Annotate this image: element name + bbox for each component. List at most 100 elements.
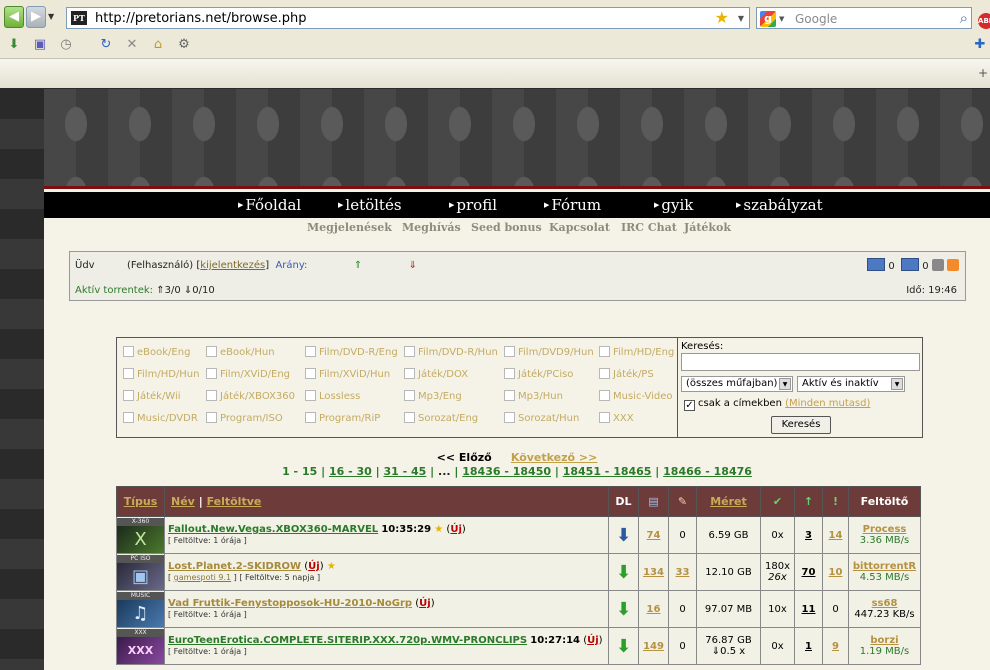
category-checkbox[interactable]: Film/HD/Hun [123,368,199,380]
col-type[interactable]: Típus [116,486,165,517]
category-checkbox[interactable]: Mp3/Eng [404,390,462,402]
rss-icon[interactable] [947,259,959,271]
category-checkbox[interactable]: Sorozat/Eng [404,412,478,424]
star-icon: ★ [434,524,444,535]
history-icon[interactable]: ◷ [58,37,74,53]
torrent-link[interactable]: Lost.Planet.2-SKIDROW [168,561,301,572]
nav-profile[interactable]: ▶ profil [449,196,497,214]
category-checkbox[interactable]: XXX [599,412,634,424]
subnav-irc[interactable]: IRC Chat [621,221,677,234]
new-tab-icon[interactable]: + [978,66,988,80]
type-icon[interactable]: X-360 X [116,516,165,554]
status-select[interactable]: Aktív és inaktív ▼ [797,376,905,392]
category-checkbox[interactable]: eBook/Hun [206,346,275,358]
search-engine-box[interactable]: g ▼ Google ⌕ [756,7,972,29]
col-name: Név | Feltöltve [164,486,609,517]
category-checkbox[interactable]: Játék/PCiso [504,368,573,380]
subnav-releases[interactable]: Megjelenések [307,221,392,234]
col-size[interactable]: Méret [696,486,761,517]
history-dropdown-icon[interactable]: ▼ [48,12,54,21]
category-checkbox[interactable]: Játék/PS [599,368,654,380]
chevron-down-icon: ▼ [891,378,903,390]
search-button[interactable]: Keresés [771,416,831,434]
category-checkbox[interactable]: Játék/XBOX360 [206,390,295,402]
page-link[interactable]: 16 - 30 [329,465,372,478]
col-files[interactable]: ✎ [668,486,697,517]
prev-page[interactable]: << Előző [437,451,492,464]
category-checkbox[interactable]: Játék/DOX [404,368,468,380]
url-dropdown-icon[interactable]: ▼ [738,14,744,23]
address-bar[interactable]: PT http://pretorians.net/browse.php ★ ▼ [66,7,750,29]
nav-faq[interactable]: ▶ gyik [654,196,693,214]
plus-icon[interactable]: ✚ [972,37,988,53]
page-link[interactable]: 18466 - 18476 [663,465,752,478]
page-link[interactable]: 31 - 45 [383,465,426,478]
stop-icon[interactable]: ✕ [124,37,140,53]
reload-icon[interactable]: ↻ [98,37,114,53]
settings-icon[interactable] [931,259,944,271]
subnav-invite[interactable]: Meghívás [402,221,461,234]
category-checkbox[interactable]: eBook/Eng [123,346,190,358]
uploader-cell: Process 3.36 MB/s [848,516,921,554]
bookmarks-icon[interactable]: ▣ [32,37,48,53]
show-all-link[interactable]: (Minden mutasd) [785,398,870,409]
category-checkbox[interactable]: Játék/Wii [123,390,181,402]
torrent-link[interactable]: EuroTeenErotica.COMPLETE.SITERIP.XXX.720… [168,635,527,646]
category-checkbox[interactable]: Mp3/Hun [504,390,563,402]
category-checkbox[interactable]: Film/XViD/Hun [305,368,390,380]
sent-icon[interactable] [901,258,920,271]
category-checkbox[interactable]: Film/DVD9/Hun [504,346,594,358]
search-input[interactable]: Google [795,12,837,26]
col-comments[interactable]: ▤ [638,486,669,517]
adblock-icon[interactable]: ABP [978,13,990,29]
google-icon[interactable]: g [760,11,776,27]
titles-only-checkbox[interactable]: ✓ csak a címekben (Minden mutasd) [684,398,870,411]
category-checkbox[interactable]: Lossless [305,390,360,402]
url-text[interactable]: http://pretorians.net/browse.php [95,11,307,26]
category-checkbox[interactable]: Film/HD/Eng [599,346,674,358]
bookmark-star-icon[interactable]: ★ [715,8,729,27]
torrent-link[interactable]: Vad Fruttik-Fenystopposok-HU-2010-NoGrp [168,598,412,609]
download-icon[interactable]: ⬇ [608,553,639,591]
col-snatched[interactable]: ✔ [760,486,795,517]
active-torrents: Aktív torrentek: ⇑3/0 ⇓0/10 [75,285,215,296]
torrent-search-input[interactable] [681,353,920,371]
category-checkbox[interactable]: Program/ISO [206,412,283,424]
type-icon[interactable]: MUSIC ♫ [116,590,165,628]
inbox-icon[interactable] [867,258,886,271]
category-checkbox[interactable]: Film/XViD/Eng [206,368,290,380]
search-icon[interactable]: ⌕ [960,9,968,27]
category-checkbox[interactable]: Film/DVD-R/Eng [305,346,398,358]
subnav-games[interactable]: Játékok [684,221,731,234]
engine-dropdown-icon[interactable]: ▼ [779,15,784,23]
page-link[interactable]: 18436 - 18450 [462,465,551,478]
category-checkbox[interactable]: Film/DVD-R/Hun [404,346,498,358]
download-icon[interactable]: ⬇ [608,590,639,628]
page-link[interactable]: 18451 - 18465 [563,465,652,478]
logout-link[interactable]: kijelentkezés [200,260,265,271]
nav-rules[interactable]: ▶ szabályzat [736,196,823,214]
forward-button[interactable]: ▶ [26,6,46,28]
genre-select[interactable]: (összes műfajban) ▼ [681,376,793,392]
download-icon[interactable]: ⬇ [6,37,22,53]
category-checkbox[interactable]: Music-Video [599,390,673,402]
col-leechers[interactable]: ! [822,486,849,517]
addon-icon[interactable]: ⚙ [176,37,192,53]
next-page-link[interactable]: Következő >> [511,451,597,464]
home-icon[interactable]: ⌂ [150,37,166,53]
type-icon[interactable]: XXX XXX [116,627,165,665]
subnav-contact[interactable]: Kapcsolat [549,221,610,234]
torrent-link[interactable]: Fallout.New.Vegas.XBOX360-MARVEL [168,524,378,535]
col-seeders[interactable]: ↑ [794,486,823,517]
download-icon[interactable]: ⬇ [608,627,639,665]
subnav-seed-bonus[interactable]: Seed bonus [471,221,542,234]
category-checkbox[interactable]: Sorozat/Hun [504,412,579,424]
category-checkbox[interactable]: Program/RiP [305,412,380,424]
back-button[interactable]: ◀ [4,6,24,28]
nav-home[interactable]: ▶ Főoldal [238,196,301,214]
nav-forum[interactable]: ▶ Fórum [544,196,601,214]
download-icon[interactable]: ⬇ [608,516,639,554]
type-icon[interactable]: PC ISO ▣ [116,553,165,591]
category-checkbox[interactable]: Music/DVDR [123,412,198,424]
nav-download[interactable]: ▶ letöltés [338,196,402,214]
